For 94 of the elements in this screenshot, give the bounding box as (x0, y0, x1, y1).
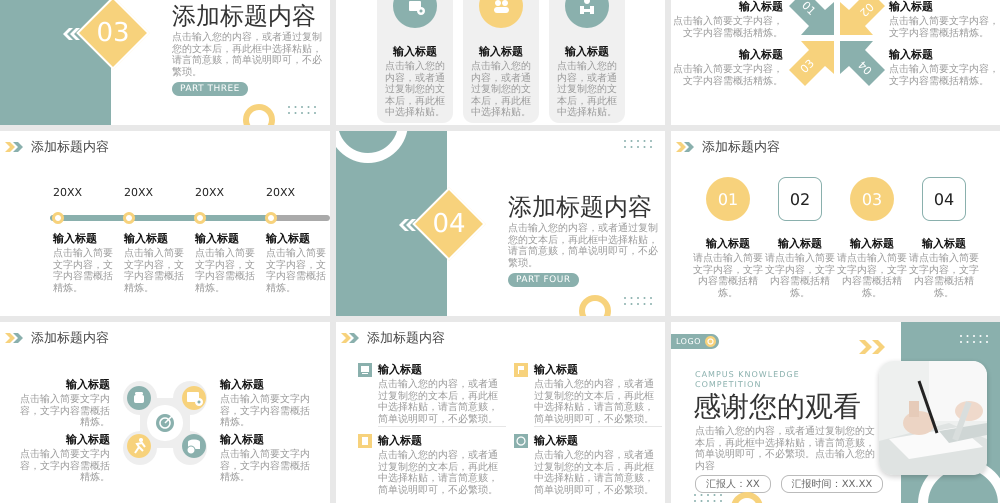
chevron-icon (5, 141, 25, 153)
item-title: 输入标题 (220, 377, 265, 392)
timeline-dot (265, 212, 277, 224)
item-text: 点击输入简要文字内容，文字内容需概括精炼。 (266, 248, 327, 294)
item-text: 点击输入您的内容，或者通过复制您的文本后，再此框中选择粘贴，请言简意赅，简单说明即可，不必繁琐。 (378, 379, 499, 425)
item-title: 输入标题 (889, 47, 934, 62)
part-tag: PART FOUR (508, 273, 579, 287)
item-title: 输入标题 (922, 236, 966, 251)
item-text: 点击输入简要文字内容，文字内容需概括精炼。 (19, 449, 110, 484)
item-title: 输入标题 (124, 231, 169, 246)
slide-text: 点击输入您的内容，或者通过复制您的文本后，再此框中选择粘贴，请言简意赅，简单说明即可，不必繁琐。 (172, 32, 322, 78)
item-title: 输入标题 (534, 433, 579, 448)
logo-text: LOGO (676, 337, 701, 346)
double-chevron-icon (62, 28, 80, 40)
item-text: 点击输入简要文字内容，文字内容需概括精炼。 (220, 394, 311, 428)
item-title: 输入标题 (739, 47, 783, 62)
item-text: 点击输入简要文字内容，文字内容需概括精炼。 (889, 64, 1000, 87)
timeline-dot (52, 212, 64, 224)
info-field: 汇报时间：XX.XX (780, 475, 884, 493)
item-text: 点击输入简要文字内容，文字内容需概括精炼。 (53, 248, 114, 294)
item-title: 输入标题 (739, 0, 783, 14)
slide-title: 添加标题内容 (172, 1, 316, 32)
item-title: 输入标题 (66, 377, 110, 392)
arrow-number: 01 (799, 0, 818, 18)
slide-title: 添加标题内容 (31, 330, 109, 347)
timeline-dot (123, 212, 135, 224)
item-text: 点击输入简要文字内容，文字内容需概括精炼。 (195, 248, 256, 294)
item-text: 点击输入您的内容，或者通过复制您的文本后，再此框中选择粘贴。 (470, 61, 532, 118)
slide-title: 感谢您的观看 (693, 392, 861, 422)
target-icon (156, 414, 174, 432)
number-square: 04 (922, 177, 966, 221)
slide-title: 添加标题内容 (702, 139, 780, 156)
item-title: 输入标题 (378, 433, 423, 448)
item-title: 输入标题 (889, 0, 934, 14)
timeline-dot (194, 212, 206, 224)
slide-text: 点击输入您的内容，或者通过复制您的文本后，再此框中选择粘贴，请言简意赅，简单说明即可，不必繁琐。 (508, 223, 658, 269)
item-text: 点击输入您的内容，或者通过复制您的文本后，再此框中选择粘贴。 (384, 61, 446, 118)
slide-subtitle: CAMPUS KNOWLEDGE COMPETITION (695, 370, 801, 390)
year-label: 20XX (53, 186, 82, 199)
dot-pattern (693, 493, 723, 503)
year-label: 20XX (124, 186, 154, 199)
number-circle: 03 (850, 177, 894, 221)
arrow-number: 04 (856, 58, 875, 78)
number-square: 02 (778, 177, 822, 221)
dot-pattern (959, 334, 989, 344)
item-text: 请点击输入简要文字内容，文字内容需概括精炼。 (909, 253, 979, 299)
info-field: 汇报人：XX (695, 475, 771, 493)
item-title: 输入标题 (266, 231, 311, 246)
chevron-icon (676, 141, 696, 153)
item-title: 输入标题 (66, 432, 110, 447)
part-tag: PART THREE (172, 82, 248, 96)
item-text: 请点击输入简要文字内容，文字内容需概括精炼。 (837, 253, 907, 299)
dot-pattern (623, 296, 653, 306)
arrow-number: 02 (857, 0, 876, 20)
item-text: 点击输入您的内容，或者通过复制您的文本后，再此框中选择粘贴，请言简意赅，简单说明即可，不必繁琐。 (534, 379, 655, 425)
item-text: 点击输入简要文字内容，文字内容需概括精炼。 (124, 248, 185, 294)
item-title: 输入标题 (53, 231, 98, 246)
item-title: 输入标题 (565, 44, 609, 59)
double-chevron-icon (859, 340, 887, 354)
year-label: 20XX (195, 186, 224, 199)
slide-title: 添加标题内容 (367, 330, 445, 347)
section-number: 04 (431, 209, 467, 239)
item-text: 点击输入您的内容，或者通过复制您的文本后，再此框中选择粘贴。 (556, 61, 618, 118)
item-title: 输入标题 (534, 362, 579, 377)
chevron-icon (341, 332, 361, 344)
item-title: 输入标题 (778, 236, 822, 251)
item-title: 输入标题 (706, 236, 750, 251)
dot-pattern (287, 105, 317, 115)
item-title: 输入标题 (393, 44, 437, 59)
item-title: 输入标题 (378, 362, 423, 377)
item-title: 输入标题 (479, 44, 523, 59)
dot-pattern (623, 139, 653, 149)
item-text: 请点击输入简要文字内容，文字内容需概括精炼。 (765, 253, 835, 299)
item-title: 输入标题 (195, 231, 240, 246)
item-text: 点击输入简要文字内容，文字内容需概括精炼。 (220, 449, 311, 484)
item-text: 点击输入简要文字内容，文字内容需概括精炼。 (672, 16, 783, 39)
item-title: 输入标题 (850, 236, 894, 251)
item-text: 点击输入简要文字内容，文字内容需概括精炼。 (672, 64, 783, 87)
item-text: 点击输入您的内容，或者通过复制您的文本后，再此框中选择粘贴，请言简意赅，简单说明即可，不必繁琐。 (534, 450, 655, 496)
double-chevron-icon (398, 219, 416, 231)
slide-text: 点击输入您的内容，或者通过复制您的文本后，再此框中选择粘贴，请言简意赅，简单说明即可，不必繁琐。点击输入您的内容 (695, 426, 875, 472)
slide-title: 添加标题内容 (508, 192, 652, 222)
section-number: 03 (95, 18, 131, 48)
item-text: 请点击输入简要文字内容，文字内容需概括精炼。 (693, 253, 763, 299)
slide-title: 添加标题内容 (31, 139, 109, 156)
year-label: 20XX (266, 186, 296, 199)
arrow-number: 03 (798, 56, 817, 76)
item-text: 点击输入您的内容，或者通过复制您的文本后，再此框中选择粘贴，请言简意赅，简单说明即可，不必繁琐。 (378, 450, 499, 496)
item-text: 点击输入简要文字内容，文字内容需概括精炼。 (889, 16, 1000, 39)
item-title: 输入标题 (220, 432, 265, 447)
chevron-icon (5, 332, 25, 344)
ring-icon (704, 336, 716, 347)
item-text: 点击输入简要文字内容，文字内容需概括精炼。 (19, 394, 110, 428)
number-circle: 01 (706, 177, 750, 221)
